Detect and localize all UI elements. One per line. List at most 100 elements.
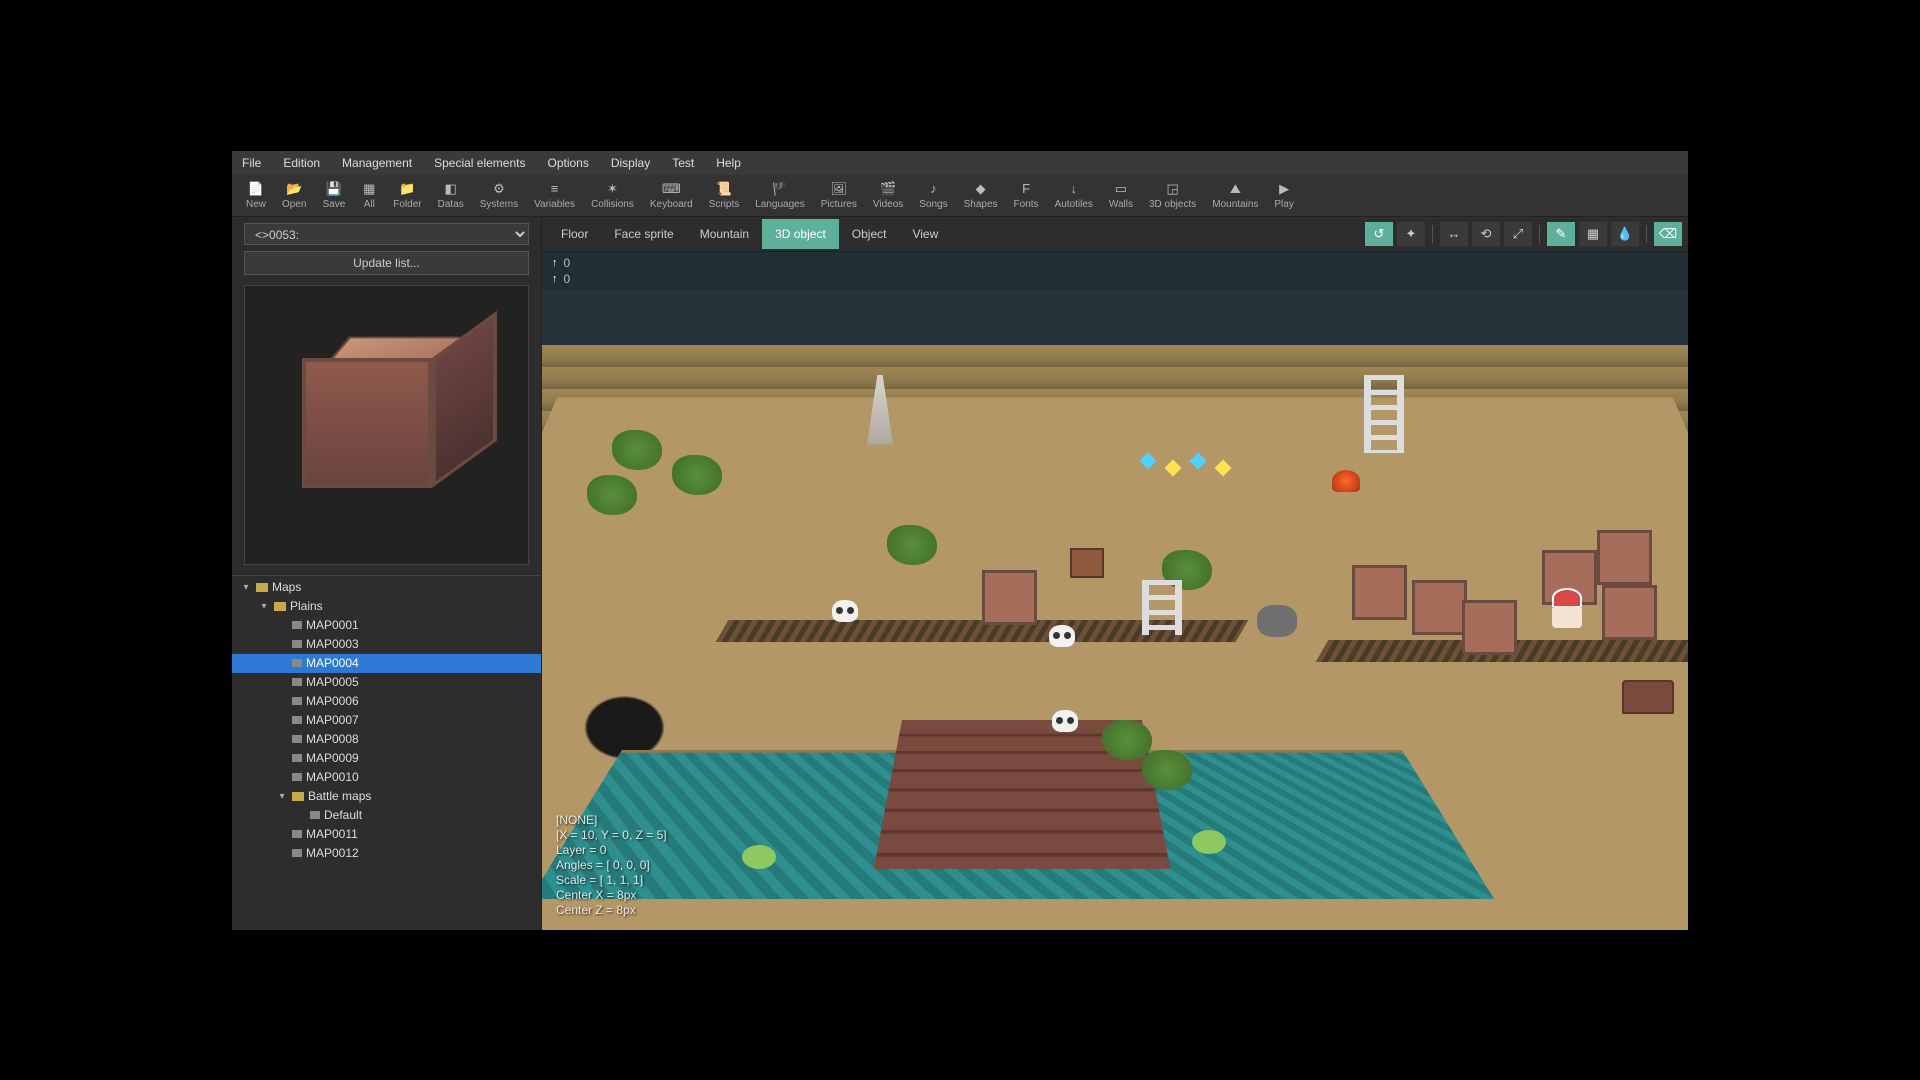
tree-folder[interactable]: ▾Plains: [232, 597, 541, 616]
arrow-up-icon[interactable]: ↑: [552, 255, 558, 271]
menu-edition[interactable]: Edition: [279, 154, 324, 172]
update-list-button[interactable]: Update list...: [244, 251, 529, 275]
scene-3d[interactable]: [NONE][X = 10, Y = 0, Z = 5]Layer = 0Ang…: [542, 290, 1688, 930]
tool-collisions[interactable]: ✶Collisions: [583, 179, 642, 212]
map-tree[interactable]: ▾Maps▾PlainsMAP0001MAP0003MAP0004MAP0005…: [232, 575, 541, 930]
view-tab-face-sprite[interactable]: Face sprite: [601, 219, 686, 249]
folder-icon: [256, 583, 268, 592]
stat-line: Layer = 0: [556, 843, 667, 858]
object-selector[interactable]: <>0053:: [244, 223, 529, 245]
skull-icon: [1049, 625, 1075, 647]
view-tool-button[interactable]: ▦: [1579, 222, 1607, 246]
tool-datas[interactable]: ◧Datas: [430, 179, 472, 212]
view-tab-mountain[interactable]: Mountain: [687, 219, 762, 249]
tool-3d-objects[interactable]: ◲3D objects: [1141, 179, 1204, 212]
view-tab-view[interactable]: View: [899, 219, 951, 249]
tree-map[interactable]: MAP0005: [232, 673, 541, 692]
map-icon: [310, 811, 320, 819]
new-icon: 📄: [248, 181, 264, 197]
fonts-icon: F: [1018, 181, 1034, 197]
tool-pictures[interactable]: 🖼Pictures: [813, 179, 865, 212]
tool-all[interactable]: ▦All: [353, 179, 385, 212]
tree-map[interactable]: MAP0001: [232, 616, 541, 635]
skull-icon: [1052, 710, 1078, 732]
tool-save[interactable]: 💾Save: [314, 179, 353, 212]
view-tool-button[interactable]: ⤢: [1504, 222, 1532, 246]
crate-icon: [1462, 600, 1517, 655]
tree-label: Maps: [272, 580, 301, 595]
menu-test[interactable]: Test: [668, 154, 698, 172]
menu-file[interactable]: File: [238, 154, 265, 172]
map-icon: [292, 716, 302, 724]
tree-folder[interactable]: ▾ Maps: [232, 578, 541, 597]
tool-folder[interactable]: 📁Folder: [385, 179, 429, 212]
expander-icon[interactable]: ▾: [240, 580, 252, 595]
tool-open[interactable]: 📂Open: [274, 179, 314, 212]
tree-map[interactable]: MAP0011: [232, 825, 541, 844]
tool-songs[interactable]: ♪Songs: [911, 179, 955, 212]
overlay-stats: [NONE][X = 10, Y = 0, Z = 5]Layer = 0Ang…: [556, 813, 667, 918]
bush-icon: [887, 525, 937, 565]
view-tool-button[interactable]: ↔: [1440, 222, 1468, 246]
tree-map[interactable]: MAP0007: [232, 711, 541, 730]
tree-map[interactable]: MAP0008: [232, 730, 541, 749]
tree-map[interactable]: Default: [232, 806, 541, 825]
tool-keyboard[interactable]: ⌨Keyboard: [642, 179, 701, 212]
tool-systems[interactable]: ⚙Systems: [472, 179, 526, 212]
tool-variables[interactable]: ≡Variables: [526, 179, 583, 212]
view-tab-object[interactable]: Object: [839, 219, 900, 249]
tool-autotiles[interactable]: ↓Autotiles: [1047, 179, 1101, 212]
menu-management[interactable]: Management: [338, 154, 416, 172]
expander-icon[interactable]: ▾: [258, 599, 270, 614]
tree-map[interactable]: MAP0010: [232, 768, 541, 787]
tree-map[interactable]: MAP0009: [232, 749, 541, 768]
chest-icon: [1622, 680, 1674, 714]
map-icon: [292, 735, 302, 743]
languages-icon: 🏴: [772, 181, 788, 197]
tool-play[interactable]: ▶Play: [1266, 179, 1301, 212]
view-tool-button[interactable]: 💧: [1611, 222, 1639, 246]
object-preview: [244, 285, 529, 565]
view-tab-floor[interactable]: Floor: [548, 219, 601, 249]
arrow-up-icon[interactable]: ↑: [552, 271, 558, 287]
tree-label: MAP0010: [306, 770, 359, 785]
map-icon: [292, 640, 302, 648]
map-icon: [292, 659, 302, 667]
tree-label: MAP0005: [306, 675, 359, 690]
skull-icon: [832, 600, 858, 622]
tree-label: MAP0001: [306, 618, 359, 633]
view-tool-button[interactable]: ✦: [1397, 222, 1425, 246]
menu-options[interactable]: Options: [543, 154, 592, 172]
map-icon: [292, 830, 302, 838]
tree-map[interactable]: MAP0004: [232, 654, 541, 673]
view-tab-3d-object[interactable]: 3D object: [762, 219, 839, 249]
tree-map[interactable]: MAP0003: [232, 635, 541, 654]
tree-label: MAP0003: [306, 637, 359, 652]
sign-icon: [1070, 548, 1104, 578]
tool-fonts[interactable]: FFonts: [1006, 179, 1047, 212]
tool-new[interactable]: 📄New: [238, 179, 274, 212]
menu-help[interactable]: Help: [712, 154, 745, 172]
tree-map[interactable]: MAP0012: [232, 844, 541, 863]
save-icon: 💾: [326, 181, 342, 197]
menu-special-elements[interactable]: Special elements: [430, 154, 529, 172]
view-tool-button[interactable]: ⌫: [1654, 222, 1682, 246]
view-tool-button[interactable]: ↺: [1365, 222, 1393, 246]
tool-videos[interactable]: 🎬Videos: [865, 179, 911, 212]
play-icon: ▶: [1276, 181, 1292, 197]
view-tool-button[interactable]: ⟲: [1472, 222, 1500, 246]
expander-icon[interactable]: ▾: [276, 789, 288, 804]
view-tool-button[interactable]: ✎: [1547, 222, 1575, 246]
tool-languages[interactable]: 🏴Languages: [747, 179, 813, 212]
tree-folder[interactable]: ▾Battle maps: [232, 787, 541, 806]
bush-icon: [587, 475, 637, 515]
tree-label: MAP0012: [306, 846, 359, 861]
tool-shapes[interactable]: ◆Shapes: [956, 179, 1006, 212]
tool-walls[interactable]: ▭Walls: [1101, 179, 1141, 212]
folder-icon: [274, 602, 286, 611]
tool-mountains[interactable]: ⛰Mountains: [1204, 179, 1266, 212]
menu-display[interactable]: Display: [607, 154, 654, 172]
tool-scripts[interactable]: 📜Scripts: [701, 179, 748, 212]
tree-map[interactable]: MAP0006: [232, 692, 541, 711]
stat-line: Scale = [ 1, 1, 1]: [556, 873, 667, 888]
